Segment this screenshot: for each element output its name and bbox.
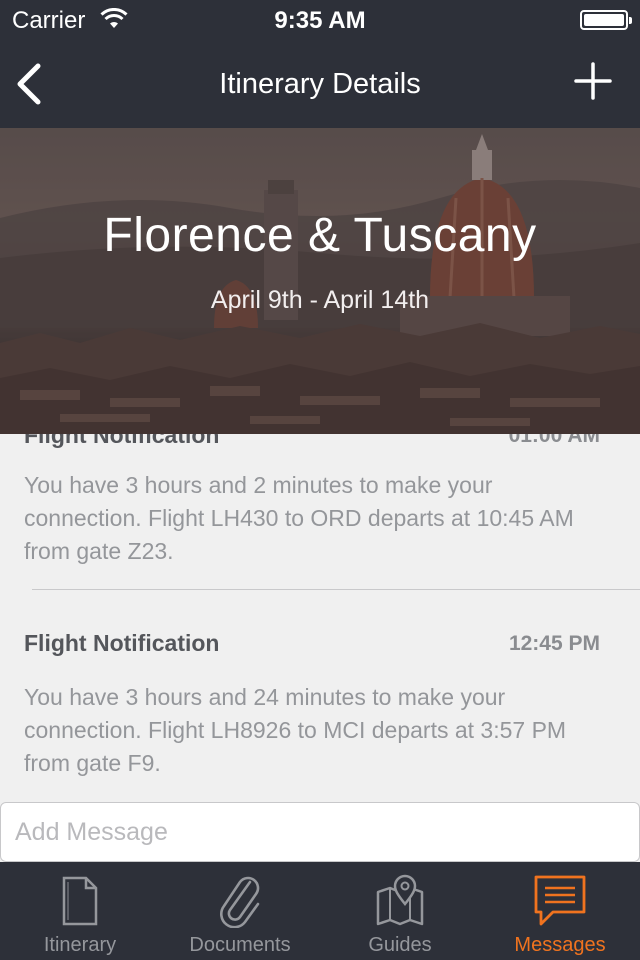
tab-messages[interactable]: Messages bbox=[480, 862, 640, 960]
message-time: 12:45 PM bbox=[508, 632, 600, 655]
tab-documents[interactable]: Documents bbox=[160, 862, 320, 960]
map-pin-icon bbox=[376, 874, 424, 926]
tab-itinerary[interactable]: Itinerary bbox=[0, 862, 160, 960]
trip-dates: April 9th - April 14th bbox=[210, 286, 430, 314]
navigation-bar: Itinerary Details bbox=[0, 40, 640, 128]
chat-bubble-icon bbox=[534, 875, 586, 926]
paperclip-icon bbox=[220, 876, 260, 928]
message-list[interactable]: Flight Notification 01:00 AM You have 3 … bbox=[0, 434, 640, 802]
tab-messages-label: Messages bbox=[514, 934, 606, 956]
tab-documents-label: Documents bbox=[189, 934, 291, 956]
divider bbox=[32, 589, 640, 590]
trip-hero-banner: Florence & Tuscany April 9th - April 14t… bbox=[0, 128, 640, 434]
add-message-input[interactable] bbox=[0, 802, 640, 862]
status-bar: Carrier 9:35 AM bbox=[0, 0, 640, 40]
message-title: Flight Notification bbox=[24, 434, 220, 448]
tab-itinerary-label: Itinerary bbox=[43, 934, 117, 956]
hero-overlay bbox=[0, 128, 640, 434]
message-body: You have 3 hours and 24 minutes to make … bbox=[24, 684, 567, 776]
clock-label: 9:35 AM bbox=[274, 7, 366, 34]
battery-icon bbox=[580, 10, 632, 30]
message-time: 01:00 AM bbox=[508, 434, 600, 447]
plus-icon[interactable] bbox=[574, 62, 612, 100]
tab-guides-label: Guides bbox=[368, 934, 432, 956]
trip-title: Florence & Tuscany bbox=[103, 209, 537, 262]
page-title: Itinerary Details bbox=[219, 68, 421, 100]
tab-guides[interactable]: Guides bbox=[320, 862, 480, 960]
tab-bar: Itinerary Documents Guides Messages bbox=[0, 862, 640, 960]
message-title: Flight Notification bbox=[24, 630, 220, 656]
document-icon bbox=[62, 876, 98, 926]
message-body: You have 3 hours and 2 minutes to make y… bbox=[24, 472, 574, 564]
message-composer bbox=[0, 802, 640, 862]
